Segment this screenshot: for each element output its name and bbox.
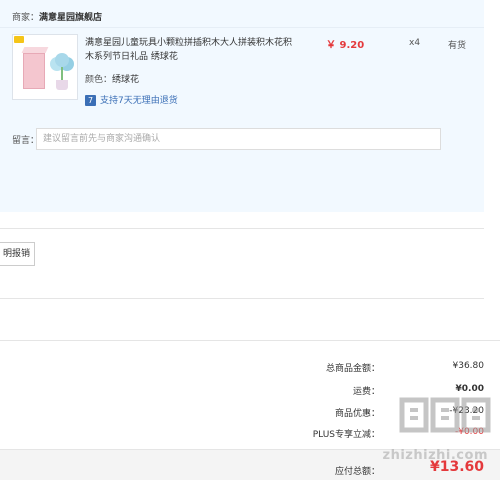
product-quantity: x4 (409, 38, 421, 48)
shipping-value: ¥0.00 (455, 384, 484, 394)
watermark-text: zhizhizhi.com (382, 448, 488, 463)
return-policy-icon: 7 (85, 95, 96, 106)
divider (0, 228, 484, 229)
divider (0, 27, 484, 28)
shop-header: 商家：满意星园旗舰店 (12, 10, 102, 23)
divider (0, 298, 484, 299)
product-thumbnail[interactable] (12, 34, 78, 100)
product-price: ￥ 9.20 (326, 40, 365, 51)
divider (0, 340, 500, 341)
payable-label: 应付总额： (334, 467, 380, 477)
plus-discount-label: PLUS专享立减： (312, 430, 380, 440)
stock-status: 有货 (448, 41, 467, 51)
product-title[interactable]: 满意星园儿童玩具小颗粒拼插积木大人拼装积木花积木系列节日礼品 绣球花 (85, 36, 295, 64)
shop-order-panel (0, 0, 484, 212)
product-spec: 颜色：绣球花 (85, 72, 139, 85)
flower-icon (55, 53, 69, 67)
spec-label: 颜色： (85, 75, 113, 85)
invoice-button[interactable]: 明报销 (0, 242, 35, 266)
shop-name[interactable]: 满意星园旗舰店 (39, 13, 102, 23)
message-input[interactable] (36, 128, 441, 150)
shipping-label: 运费： (352, 387, 380, 397)
return-policy[interactable]: 7 支持7天无理由退货 (85, 93, 178, 106)
total-amount-value: ¥36.80 (452, 361, 485, 371)
discount-label: 商品优惠： (334, 409, 380, 419)
watermark-logo (399, 397, 491, 433)
package-box (23, 53, 45, 89)
flower-stem (61, 67, 63, 81)
total-amount-label: 总商品金额： (325, 364, 380, 374)
spec-value: 绣球花 (112, 75, 140, 85)
message-label: 留言： (12, 136, 40, 146)
promo-badge-icon (14, 36, 24, 43)
return-policy-text: 支持7天无理由退货 (100, 96, 178, 106)
flower-pot (56, 80, 68, 90)
shop-prefix: 商家： (12, 13, 40, 23)
